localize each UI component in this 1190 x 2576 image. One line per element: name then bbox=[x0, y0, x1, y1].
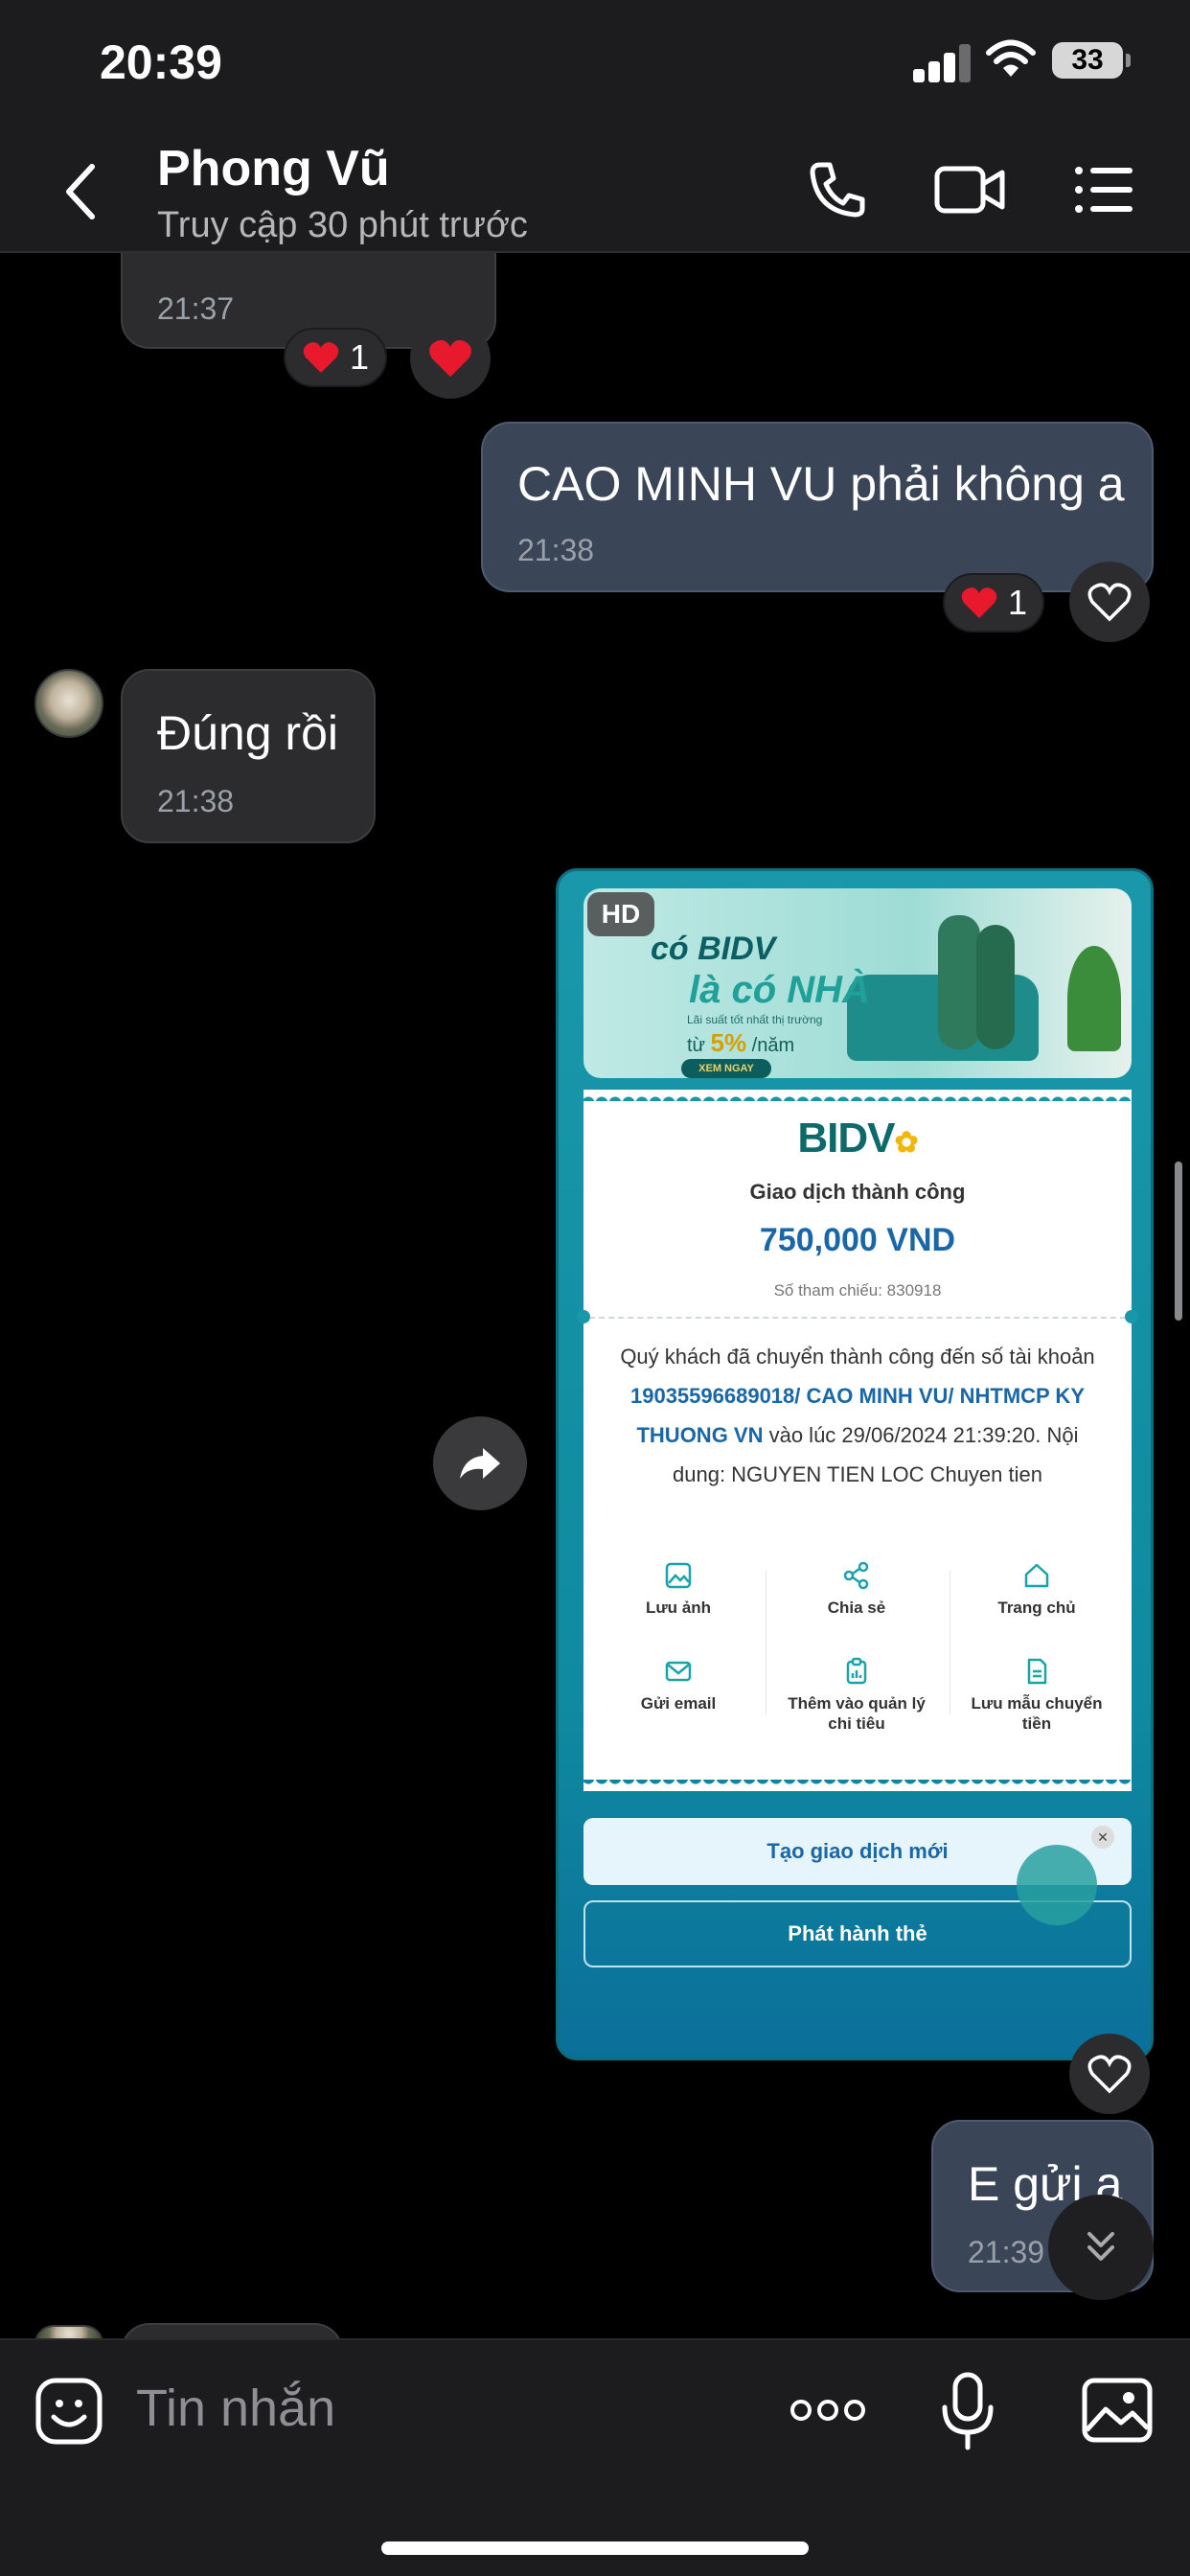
message-time: 21:38 bbox=[517, 533, 595, 567]
person-illustration bbox=[976, 925, 1015, 1049]
receipt-edge bbox=[584, 1778, 1132, 1791]
phone-call-icon[interactable] bbox=[807, 159, 868, 220]
back-icon[interactable] bbox=[61, 163, 100, 220]
message-text: CAO MINH VU phải không a bbox=[517, 457, 1125, 511]
scroll-to-bottom-button[interactable] bbox=[1048, 2195, 1154, 2300]
message-time: 21:37 bbox=[157, 291, 235, 326]
home-icon bbox=[1024, 1563, 1049, 1588]
divider bbox=[589, 1317, 1126, 1319]
plant-illustration bbox=[1067, 946, 1121, 1051]
transaction-status: Giao dịch thành công bbox=[749, 1180, 966, 1204]
heart-reaction-icon bbox=[303, 342, 339, 373]
receipt-edge bbox=[584, 1090, 1132, 1103]
send-email-action[interactable]: Gửi email bbox=[597, 1657, 760, 1714]
clipboard-icon bbox=[846, 1657, 867, 1685]
reaction-badge[interactable]: 1 bbox=[943, 573, 1044, 632]
like-button[interactable] bbox=[1069, 562, 1150, 642]
share-icon bbox=[843, 1561, 869, 1590]
contact-status: Truy cập 30 phút trước bbox=[157, 205, 528, 245]
transaction-description: Quý khách đã chuyển thành công đến số tà… bbox=[620, 1345, 1095, 1486]
image-message[interactable]: có BIDV là có NHÀ Lãi suất tốt nhất thị … bbox=[556, 868, 1154, 2060]
microphone-icon[interactable] bbox=[939, 2371, 996, 2451]
share-action[interactable]: Chia sẻ bbox=[775, 1561, 938, 1618]
message-bubble-incoming[interactable]: Đúng rồi 21:38 bbox=[121, 669, 376, 843]
promo-banner[interactable]: có BIDV là có NHÀ Lãi suất tốt nhất thị … bbox=[584, 888, 1132, 1078]
divider bbox=[766, 1571, 767, 1714]
sticker-icon[interactable] bbox=[34, 2377, 103, 2446]
cellular-signal-icon bbox=[913, 42, 973, 82]
divider-notch bbox=[577, 1310, 590, 1323]
heart-outline-icon bbox=[1087, 2055, 1132, 2094]
save-image-action[interactable]: Lưu ảnh bbox=[597, 1561, 760, 1618]
person-illustration bbox=[938, 915, 980, 1049]
gallery-icon[interactable] bbox=[1081, 2377, 1154, 2444]
menu-list-icon[interactable] bbox=[1073, 159, 1134, 220]
add-expense-action[interactable]: Thêm vào quản lý chi tiêu bbox=[775, 1657, 938, 1734]
heart-outline-icon bbox=[1087, 583, 1132, 622]
reaction-count: 1 bbox=[1007, 583, 1028, 622]
forward-arrow-icon bbox=[460, 1448, 500, 1479]
message-input-bar: Tin nhắn bbox=[0, 2338, 1190, 2576]
more-options-icon[interactable] bbox=[790, 2396, 866, 2425]
bidv-logo: BIDV✿ bbox=[797, 1115, 918, 1162]
battery-icon: 33 bbox=[1052, 42, 1131, 79]
banner-line-2: là có NHÀ bbox=[689, 969, 870, 1011]
reaction-button[interactable] bbox=[410, 318, 491, 399]
avatar[interactable] bbox=[34, 669, 103, 738]
home-indicator bbox=[381, 2542, 809, 2555]
save-template-action[interactable]: Lưu mẫu chuyển tiền bbox=[955, 1657, 1118, 1734]
like-button[interactable] bbox=[1069, 2034, 1150, 2114]
wifi-icon bbox=[986, 39, 1036, 77]
home-action[interactable]: Trang chủ bbox=[955, 1561, 1118, 1618]
message-input[interactable]: Tin nhắn bbox=[136, 2379, 335, 2438]
reaction-badge[interactable]: 1 bbox=[284, 328, 387, 387]
top-bar: 20:39 33 Phong Vũ Truy cập 30 phút trước bbox=[0, 0, 1190, 253]
image-icon bbox=[665, 1562, 692, 1589]
message-bubble-outgoing[interactable]: CAO MINH VU phải không a 21:38 bbox=[481, 422, 1154, 592]
banner-line-1: có BIDV bbox=[651, 931, 776, 967]
receipt-card: BIDV✿ Giao dịch thành công 750,000 VND S… bbox=[577, 1101, 1138, 1780]
chatbot-icon[interactable] bbox=[1017, 1845, 1097, 1925]
banner-small-text: Lãi suất tốt nhất thị trường bbox=[687, 1013, 823, 1026]
message-text: Đúng rồi bbox=[157, 706, 338, 760]
hd-badge: HD bbox=[587, 892, 654, 936]
banner-rate: từ 5% /năm bbox=[687, 1028, 795, 1057]
transaction-amount: 750,000 VND bbox=[759, 1222, 956, 1258]
divider-notch bbox=[1125, 1310, 1138, 1323]
chevron-double-down-icon bbox=[1087, 2232, 1114, 2261]
status-time: 20:39 bbox=[100, 35, 222, 89]
forward-button[interactable] bbox=[433, 1416, 527, 1510]
contact-name[interactable]: Phong Vũ bbox=[157, 140, 390, 197]
message-time: 21:38 bbox=[157, 784, 235, 818]
message-time: 21:39 bbox=[968, 2235, 1045, 2269]
close-icon[interactable]: ✕ bbox=[1091, 1826, 1114, 1849]
reaction-count: 1 bbox=[349, 337, 370, 377]
email-icon bbox=[665, 1661, 692, 1682]
heart-reaction-icon bbox=[961, 587, 997, 618]
document-icon bbox=[1027, 1658, 1047, 1685]
scroll-indicator[interactable] bbox=[1175, 1162, 1182, 1321]
video-call-icon[interactable] bbox=[933, 159, 1006, 220]
reference-number: Số tham chiếu: 830918 bbox=[773, 1281, 942, 1300]
heart-reaction-icon bbox=[429, 340, 471, 378]
banner-cta-button[interactable]: XEM NGAY bbox=[681, 1059, 771, 1078]
